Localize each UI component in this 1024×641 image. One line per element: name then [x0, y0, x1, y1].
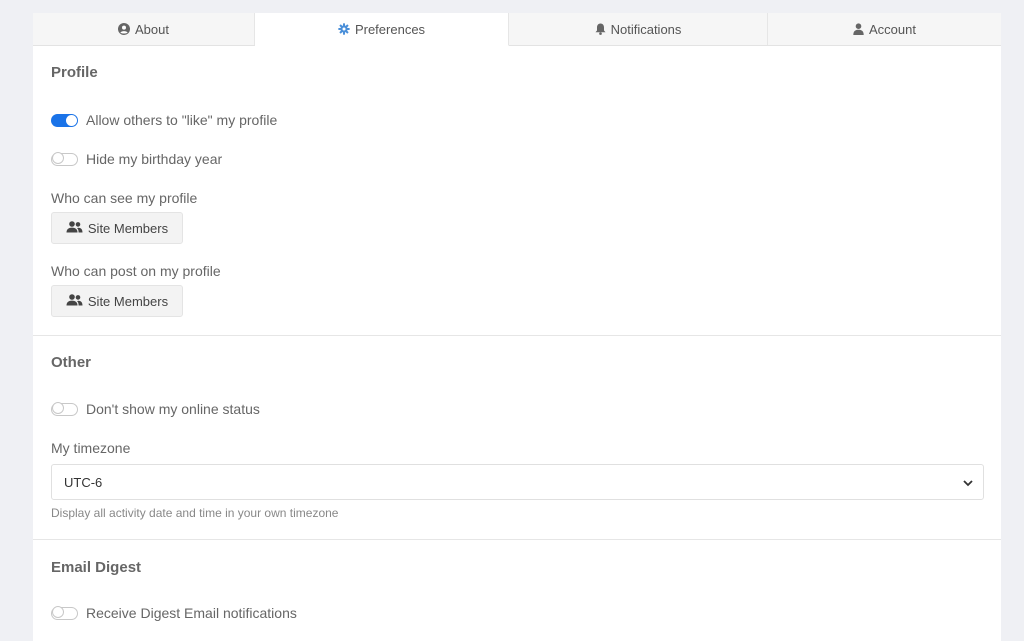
section-heading-profile: Profile [51, 64, 98, 81]
users-icon [66, 293, 83, 309]
timezone-select[interactable]: UTC-6 [51, 464, 984, 500]
section-heading-email-digest: Email Digest [51, 559, 142, 576]
who-can-post-label: Who can post on my profile [51, 263, 221, 279]
who-can-see-button[interactable]: Site Members [51, 212, 183, 244]
receive-digest-toggle[interactable] [51, 606, 78, 620]
hide-online-toggle[interactable] [51, 402, 78, 416]
tab-label: Account [869, 21, 916, 37]
tab-label: Notifications [610, 21, 682, 37]
section-heading-other: Other [51, 354, 92, 371]
user-icon [853, 23, 864, 35]
tab-about[interactable]: About [33, 13, 255, 45]
who-can-post-value: Site Members [87, 293, 169, 309]
timezone-help-text: Display all activity date and time in yo… [51, 506, 339, 520]
hide-online-label: Don't show my online status [86, 401, 260, 417]
hide-online-row: Don't show my online status [51, 401, 260, 417]
users-icon [66, 220, 83, 236]
who-can-see-label: Who can see my profile [51, 190, 198, 206]
timezone-label: My timezone [51, 440, 131, 456]
tab-account[interactable]: Account [768, 13, 1001, 45]
allow-like-row: Allow others to "like" my profile [51, 112, 277, 128]
bell-icon [595, 23, 606, 35]
allow-like-label: Allow others to "like" my profile [86, 112, 278, 128]
email-digest-section: Email Digest Receive Digest Email notifi… [33, 540, 1001, 641]
tab-label: About [135, 21, 169, 37]
who-can-post-button[interactable]: Site Members [51, 285, 183, 317]
tab-bar: About Preferences Notifications Account [33, 13, 1001, 46]
other-section: Other Don't show my online status My tim… [33, 336, 1001, 540]
hide-birthday-row: Hide my birthday year [51, 151, 222, 167]
allow-like-toggle[interactable] [51, 113, 78, 127]
tab-preferences[interactable]: Preferences [255, 13, 509, 46]
receive-digest-label: Receive Digest Email notifications [86, 605, 297, 621]
timezone-value: UTC-6 [64, 474, 103, 490]
hide-birthday-toggle[interactable] [51, 152, 78, 166]
profile-section: Profile Allow others to "like" my profil… [33, 46, 1001, 336]
tab-notifications[interactable]: Notifications [509, 13, 768, 45]
tab-label: Preferences [354, 21, 426, 37]
chevron-down-icon [963, 475, 973, 490]
hide-birthday-label: Hide my birthday year [86, 151, 223, 167]
gear-icon [338, 23, 350, 35]
settings-card: About Preferences Notifications Account … [33, 13, 1001, 641]
user-circle-icon [118, 23, 130, 35]
receive-digest-row: Receive Digest Email notifications [51, 605, 297, 621]
who-can-see-value: Site Members [87, 220, 169, 236]
